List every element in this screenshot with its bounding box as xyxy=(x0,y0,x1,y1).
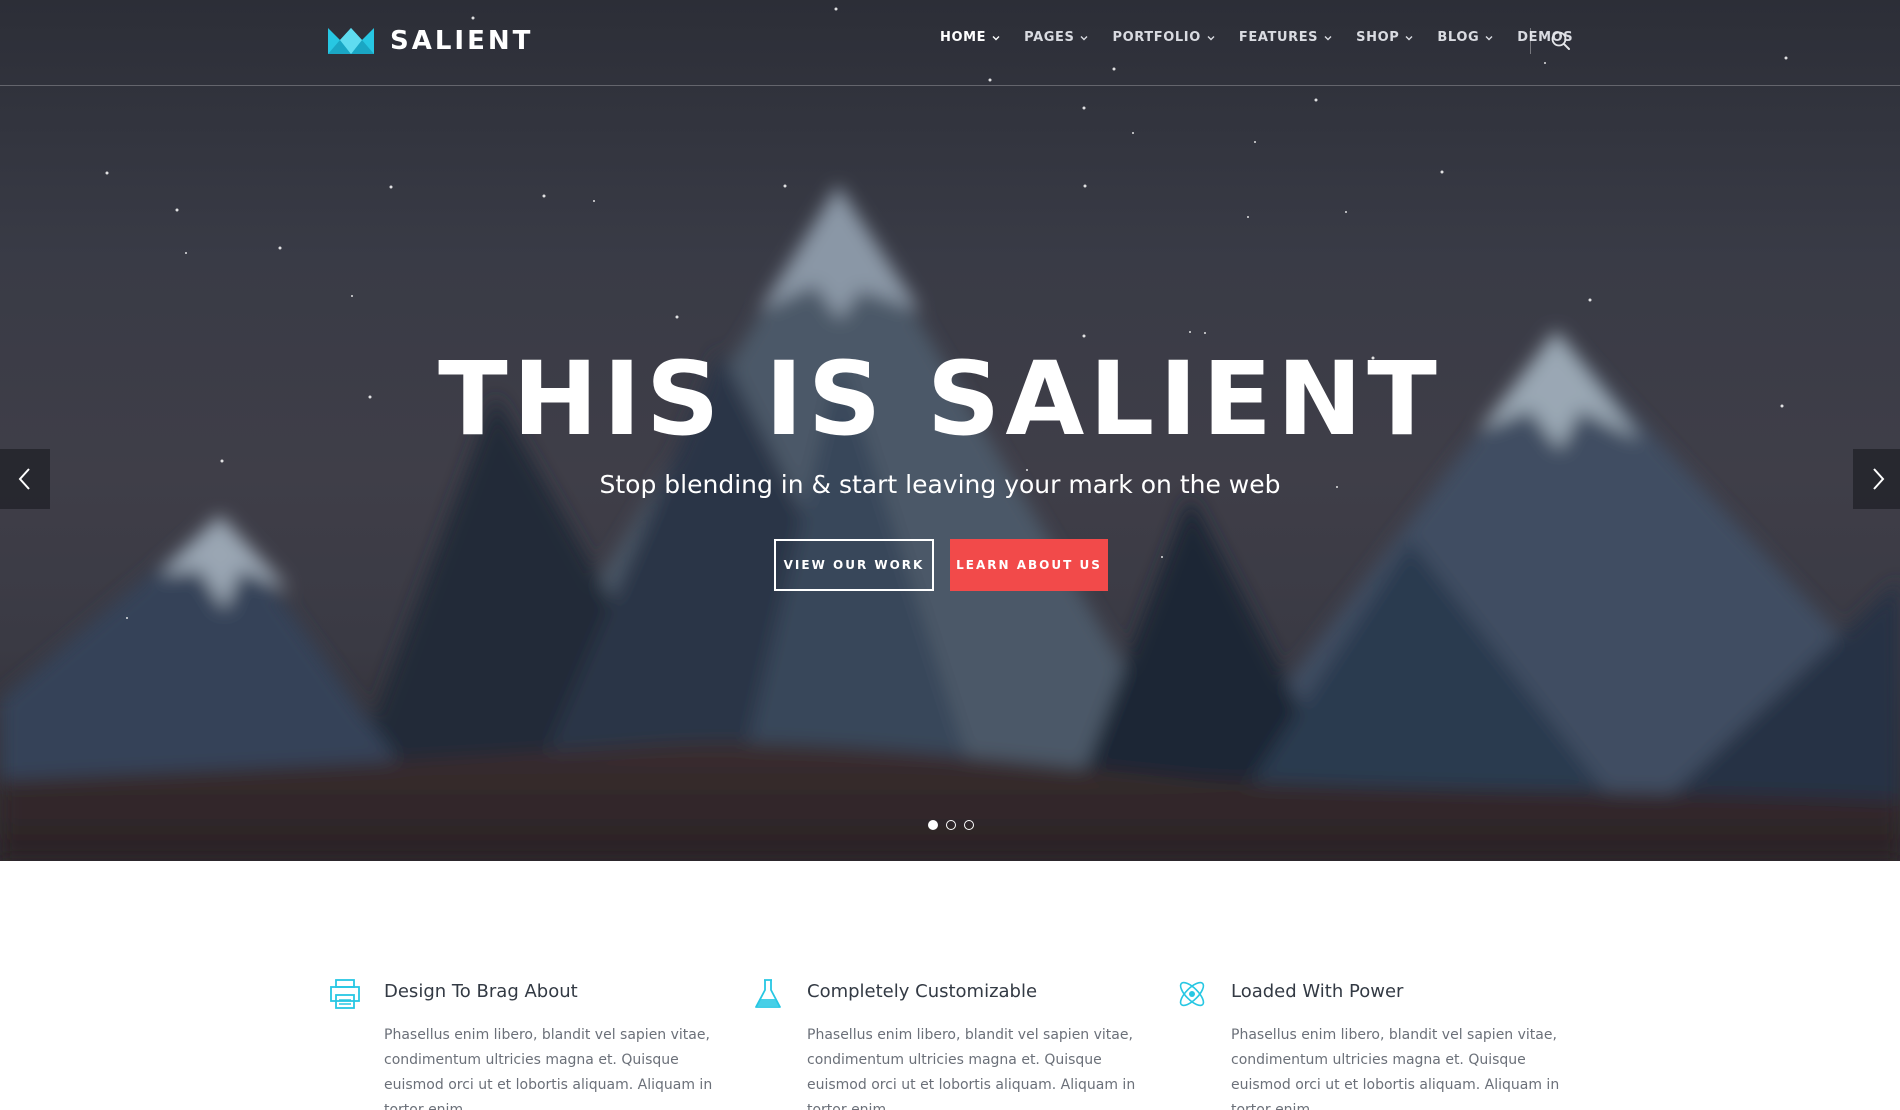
learn-about-us-button[interactable]: LEARN ABOUT US xyxy=(950,539,1108,591)
printer-icon xyxy=(330,979,360,1009)
chevron-down-icon xyxy=(1080,35,1088,40)
features-section: Design To Brag About Phasellus enim libe… xyxy=(0,861,1900,1110)
chevron-down-icon xyxy=(1405,35,1413,40)
hero-title: THIS IS SALIENT xyxy=(438,340,1442,459)
view-our-work-button[interactable]: VIEW OUR WORK xyxy=(774,539,934,591)
nav-label: BLOG xyxy=(1437,30,1480,45)
slider-prev-button[interactable] xyxy=(0,449,50,509)
nav-item-pages[interactable]: PAGES xyxy=(1024,30,1088,45)
main-nav: HOME PAGES PORTFOLIO FEATURES SHOP BLOG xyxy=(940,30,1597,45)
slide-dot-2[interactable] xyxy=(946,820,956,830)
slide-dot-3[interactable] xyxy=(964,820,974,830)
hero-slider: SALIENT HOME PAGES PORTFOLIO FEATURES SH… xyxy=(0,0,1900,861)
chevron-right-icon xyxy=(1873,468,1885,490)
feature-body: Phasellus enim libero, blandit vel sapie… xyxy=(1231,1027,1560,1110)
nav-divider xyxy=(1530,28,1531,54)
feature-body: Phasellus enim libero, blandit vel sapie… xyxy=(384,1027,713,1110)
feature-body: Phasellus enim libero, blandit vel sapie… xyxy=(807,1027,1136,1110)
brand-name: SALIENT xyxy=(390,26,534,56)
chevron-left-icon xyxy=(18,468,30,490)
chevron-down-icon xyxy=(992,35,1000,40)
feature-title: Loaded With Power xyxy=(1231,981,1404,1002)
nav-label: HOME xyxy=(940,30,987,45)
slide-dot-1[interactable] xyxy=(928,820,938,830)
nav-item-home[interactable]: HOME xyxy=(940,30,1000,45)
nav-item-features[interactable]: FEATURES xyxy=(1239,30,1332,45)
nav-label: PORTFOLIO xyxy=(1112,30,1201,45)
search-icon[interactable] xyxy=(1550,30,1572,52)
feature-title: Completely Customizable xyxy=(807,981,1038,1002)
nav-label: SHOP xyxy=(1356,30,1400,45)
hero-subtitle: Stop blending in & start leaving your ma… xyxy=(599,470,1281,499)
flask-icon xyxy=(755,979,781,1008)
chevron-down-icon xyxy=(1324,35,1332,40)
nav-item-blog[interactable]: BLOG xyxy=(1437,30,1493,45)
slider-pagination xyxy=(928,820,974,830)
site-header: SALIENT HOME PAGES PORTFOLIO FEATURES SH… xyxy=(0,0,1900,86)
nav-item-portfolio[interactable]: PORTFOLIO xyxy=(1112,30,1215,45)
chevron-down-icon xyxy=(1485,35,1493,40)
nav-item-shop[interactable]: SHOP xyxy=(1356,30,1413,45)
atom-icon xyxy=(1179,981,1205,1007)
crown-logo-icon xyxy=(328,28,374,54)
feature-title: Design To Brag About xyxy=(384,981,578,1002)
slider-next-button[interactable] xyxy=(1853,449,1900,509)
nav-label: FEATURES xyxy=(1238,30,1319,45)
site-logo[interactable]: SALIENT xyxy=(328,24,533,58)
chevron-down-icon xyxy=(1207,35,1215,40)
nav-label: PAGES xyxy=(1024,30,1075,45)
